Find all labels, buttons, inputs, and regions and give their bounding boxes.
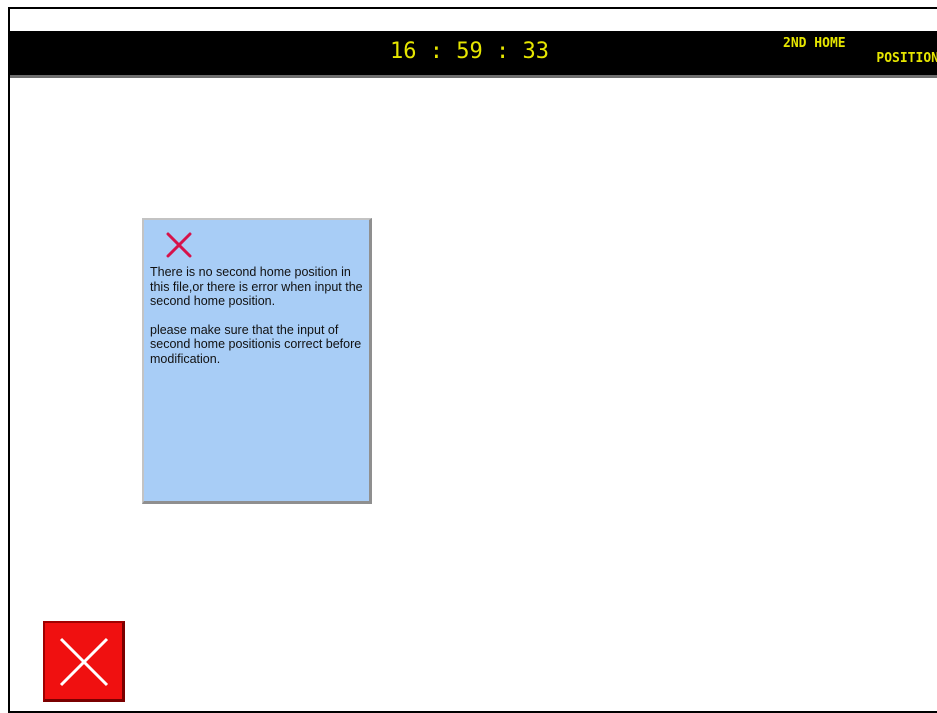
error-x-icon	[164, 230, 194, 260]
mode-label-line-2: POSITION	[876, 51, 937, 66]
error-message-paragraph-1: There is no second home position in this…	[150, 265, 363, 308]
mode-label: 2ND HOME POSITION	[749, 36, 937, 66]
close-icon	[59, 637, 109, 687]
title-bar: 16 : 59 : 33 2ND HOME POSITION	[10, 31, 937, 78]
error-message-text: There is no second home position in this…	[150, 265, 368, 380]
close-button[interactable]	[43, 621, 125, 702]
mode-label-line-1: 2ND HOME	[783, 36, 846, 51]
error-message-dialog: There is no second home position in this…	[142, 218, 372, 504]
machine-screen: 16 : 59 : 33 2ND HOME POSITION There is …	[8, 7, 937, 713]
error-message-paragraph-2: please make sure that the input of secon…	[150, 322, 362, 366]
clock-display: 16 : 59 : 33	[390, 39, 549, 64]
